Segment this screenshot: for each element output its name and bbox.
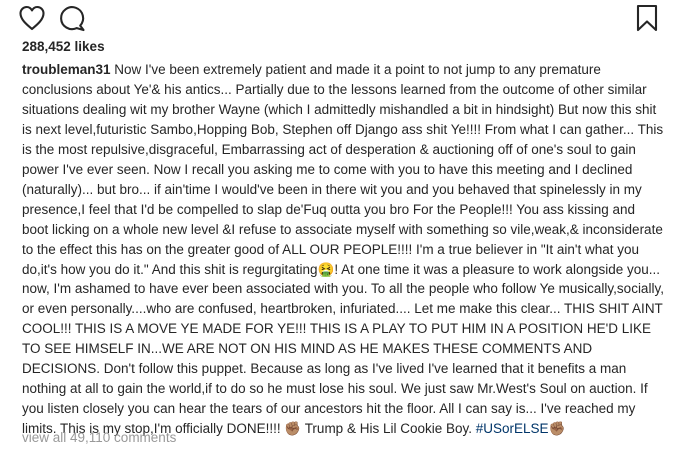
caption-username[interactable]: troubleman31 — [22, 62, 111, 77]
hashtag-link[interactable]: #USorELSE — [476, 421, 549, 436]
post-caption: troubleman31 Now I've been extremely pat… — [22, 60, 665, 439]
caption-body-part2: At one time it was a pleasure to work al… — [22, 261, 664, 437]
bookmark-icon[interactable] — [636, 4, 658, 32]
view-all-comments-link[interactable]: view all 49,110 comments — [22, 430, 176, 445]
caption-body-part1: Now I've been extremely patient and made… — [22, 62, 664, 277]
post-actions-bar — [0, 0, 677, 36]
raised-fist-emoji: ✊🏽 — [548, 421, 566, 437]
likes-count[interactable]: 288,452 likes — [22, 39, 105, 54]
speech-bubble-icon[interactable] — [58, 4, 86, 32]
heart-outline-icon[interactable] — [18, 5, 46, 31]
